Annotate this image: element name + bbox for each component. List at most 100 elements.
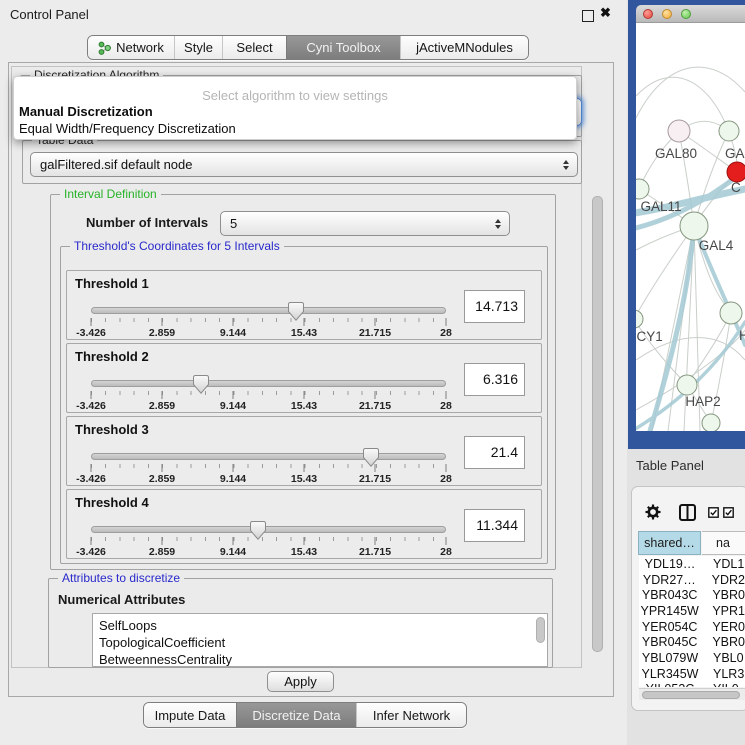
tab-discretize-data-label: Discretize Data — [252, 708, 340, 723]
threshold-2-value-field[interactable]: 6.316 — [464, 363, 525, 396]
threshold-2-slider[interactable]: -3.426 2.859 9.144 15.43 21.715 28 — [91, 344, 446, 414]
cell[interactable]: YER054C — [639, 620, 700, 634]
threshold-4-value-field[interactable]: 11.344 — [464, 509, 525, 542]
network-node[interactable] — [702, 414, 720, 431]
list-item[interactable]: TopologicalCoefficient — [93, 634, 547, 651]
node-table[interactable]: YDL19…YDL1 YDR27…YDR2 YBR043CYBR0 YPR145… — [639, 556, 745, 687]
network-node[interactable] — [668, 120, 690, 142]
slider-track[interactable] — [91, 307, 446, 314]
cell[interactable]: YIL053C — [639, 682, 701, 687]
table-row[interactable]: YDL19…YDL1 — [639, 556, 745, 572]
table-row[interactable]: YIL053CYIL0 — [639, 682, 745, 688]
threshold-3-value-field[interactable]: 21.4 — [464, 436, 525, 469]
mac-minimize-button[interactable] — [662, 9, 672, 19]
tab-impute-data[interactable]: Impute Data — [144, 703, 236, 727]
cell[interactable]: YLR345W — [639, 667, 701, 681]
list-scrollbar-thumb[interactable] — [536, 617, 545, 643]
cell[interactable]: YPR145W — [639, 604, 700, 618]
slider-track[interactable] — [91, 380, 446, 387]
attributes-group-title: Attributes to discretize — [58, 571, 184, 585]
table-horizontal-scrollbar[interactable] — [639, 688, 745, 700]
slider-track[interactable] — [91, 453, 446, 460]
table-data-combo[interactable]: galFiltered.sif default node — [30, 152, 578, 177]
cell[interactable]: YBR045C — [639, 635, 700, 649]
cell[interactable]: YER0 — [700, 620, 745, 634]
table-row[interactable]: YDR27…YDR2 — [639, 572, 745, 588]
cell[interactable]: YDL1 — [701, 557, 744, 571]
popup-option-equal-width-frequency[interactable]: Equal Width/Frequency Discretization — [19, 121, 236, 136]
network-window-titlebar[interactable] — [636, 5, 745, 23]
tab-infer-network[interactable]: Infer Network — [356, 703, 466, 727]
gear-icon[interactable] — [645, 504, 661, 520]
cell[interactable]: YIL0 — [701, 682, 739, 687]
network-node[interactable] — [677, 375, 697, 395]
table-row[interactable]: YER054CYER0 — [639, 619, 745, 635]
apply-button[interactable]: Apply — [267, 671, 334, 692]
column-header-name[interactable]: na — [702, 531, 745, 555]
tab-select[interactable]: Select — [222, 36, 286, 59]
cell[interactable]: YDR27… — [639, 573, 700, 587]
table-row[interactable]: YBR045CYBR0 — [639, 634, 745, 650]
table-row[interactable]: YPR145WYPR1 — [639, 603, 745, 619]
network-node-label: GAL80 — [655, 146, 697, 161]
thresholds-group-title: Threshold's Coordinates for 5 Intervals — [70, 239, 284, 253]
list-item[interactable]: SelfLoops — [93, 617, 547, 634]
cell[interactable]: YPR1 — [700, 604, 745, 618]
number-of-intervals-combo[interactable]: 5 — [220, 211, 510, 236]
cell[interactable]: YLR3 — [701, 667, 744, 681]
cell[interactable]: YBR0 — [700, 635, 745, 649]
network-node[interactable] — [680, 212, 708, 240]
network-node-label: GAL4 — [699, 238, 734, 253]
slider-track[interactable] — [91, 526, 446, 533]
combo-stepper-icon — [495, 219, 501, 229]
tab-jactivemnodules-label: jActiveMNodules — [416, 40, 513, 55]
network-node[interactable] — [636, 179, 649, 199]
popup-option-manual-discretization[interactable]: Manual Discretization — [19, 104, 153, 119]
tab-discretize-data[interactable]: Discretize Data — [236, 703, 356, 727]
network-nodes: GAL80GALCGAL11GAL4GCY1HHAP2 — [636, 120, 745, 431]
tab-jactivemnodules[interactable]: jActiveMNodules — [400, 36, 528, 59]
panel-scrollbar-thumb[interactable] — [592, 196, 603, 652]
network-icon — [98, 41, 111, 55]
cell[interactable]: YBL0 — [701, 651, 744, 665]
tab-infer-network-label: Infer Network — [373, 708, 450, 723]
threshold-4-panel: Threshold 4 -3.426 2.859 9.144 15.43 21.… — [66, 489, 542, 559]
slider-ticks — [91, 537, 446, 545]
tab-cyni-toolbox[interactable]: Cyni Toolbox — [286, 36, 400, 59]
slider-ticks — [91, 391, 446, 399]
threshold-1-value-field[interactable]: 14.713 — [464, 290, 525, 323]
split-view-icon[interactable] — [679, 504, 696, 521]
mac-close-button[interactable] — [643, 9, 653, 19]
threshold-3-slider[interactable]: -3.426 2.859 9.144 15.43 21.715 28 — [91, 417, 446, 487]
network-node[interactable] — [727, 162, 745, 182]
slider-tick-labels: -3.426 2.859 9.144 15.43 21.715 28 — [91, 546, 446, 558]
network-node[interactable] — [719, 121, 739, 141]
mac-zoom-button[interactable] — [681, 9, 691, 19]
slider-ticks — [91, 318, 446, 326]
network-node[interactable] — [636, 310, 643, 328]
cell[interactable]: YDL19… — [639, 557, 701, 571]
scrollbar-thumb[interactable] — [642, 691, 740, 699]
cell[interactable]: YBR0 — [700, 588, 745, 602]
checkbox-checked-icon[interactable] — [723, 507, 734, 518]
close-icon[interactable]: ✖ — [600, 5, 611, 21]
network-node[interactable] — [720, 302, 742, 324]
float-window-icon[interactable] — [582, 10, 594, 22]
tab-network[interactable]: Network — [88, 36, 174, 59]
threshold-2-panel: Threshold 2 -3.426 2.859 9.144 15.43 21.… — [66, 343, 542, 413]
checkbox-checked-icon[interactable] — [708, 507, 719, 518]
threshold-4-slider[interactable]: -3.426 2.859 9.144 15.43 21.715 28 — [91, 490, 446, 560]
combo-stepper-icon — [563, 160, 569, 170]
list-item[interactable]: BetweennessCentrality — [93, 651, 547, 667]
table-row[interactable]: YBL079WYBL0 — [639, 650, 745, 666]
cell[interactable]: YBL079W — [639, 651, 701, 665]
cell[interactable]: YDR2 — [700, 573, 745, 587]
cell[interactable]: YBR043C — [639, 588, 700, 602]
network-node-label: GAL — [725, 146, 745, 161]
threshold-1-slider[interactable]: -3.426 2.859 9.144 15.43 21.715 28 — [91, 271, 446, 341]
tab-style[interactable]: Style — [174, 36, 222, 59]
table-row[interactable]: YBR043CYBR0 — [639, 587, 745, 603]
column-header-shared-name[interactable]: shared… — [638, 531, 701, 555]
network-canvas[interactable]: GAL80GALCGAL11GAL4GCY1HHAP2 — [636, 23, 745, 431]
table-row[interactable]: YLR345WYLR3 — [639, 666, 745, 682]
